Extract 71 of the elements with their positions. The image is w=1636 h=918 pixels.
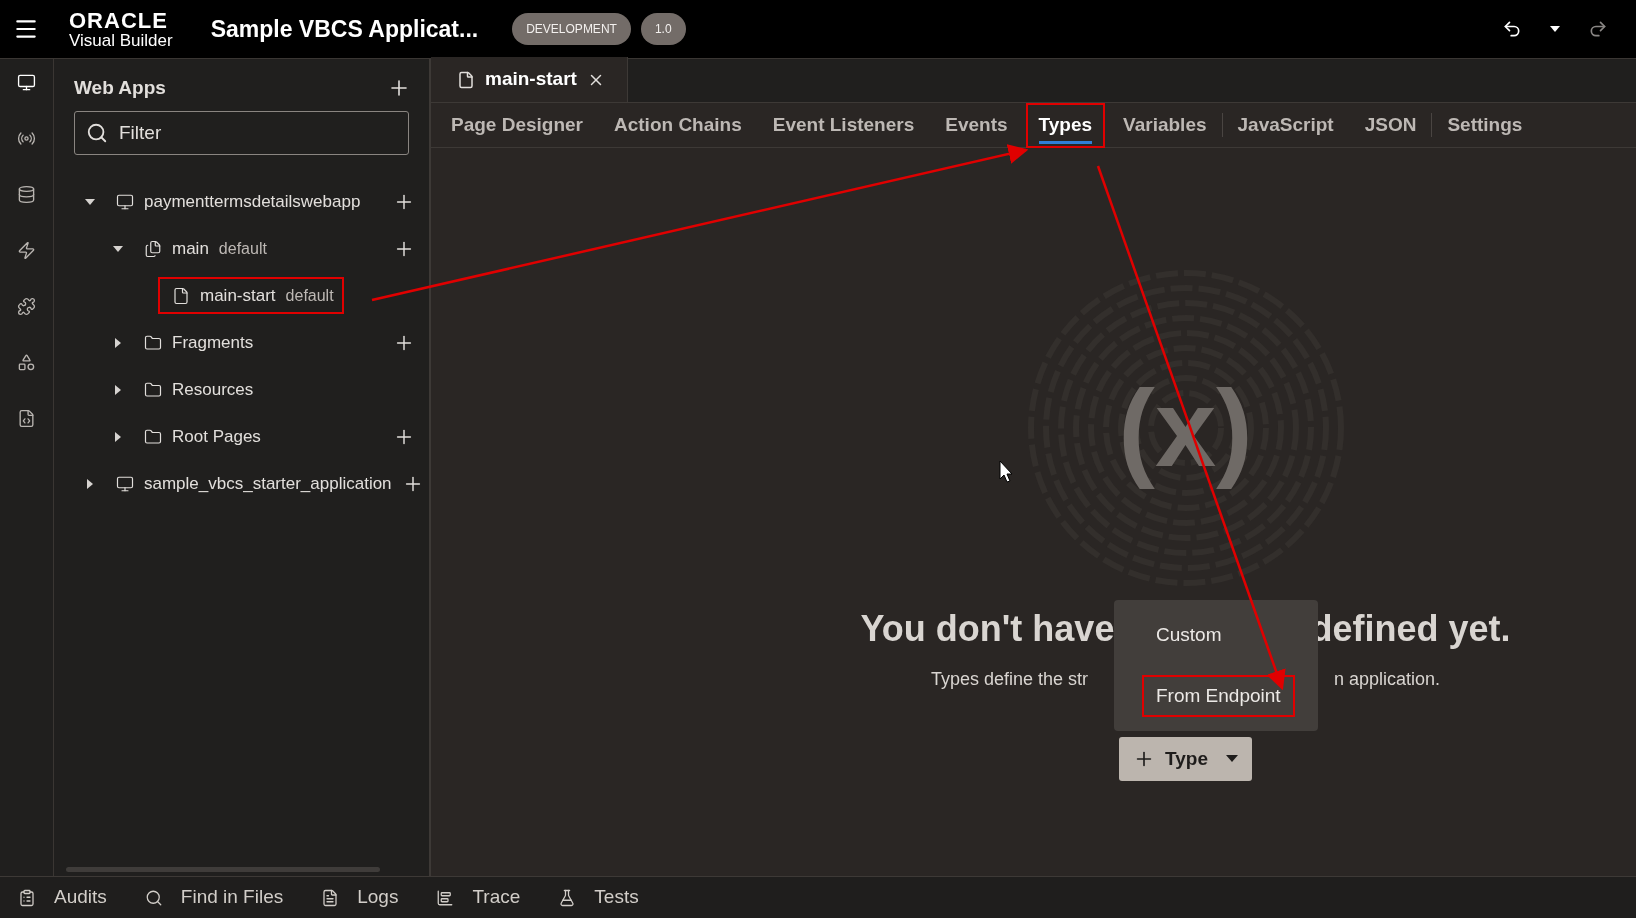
tab[interactable]: Types — [1025, 102, 1106, 148]
bar-chart-icon — [436, 888, 455, 907]
filter-field[interactable]: Filter — [74, 111, 409, 155]
page-icon — [172, 286, 190, 305]
monitor-icon — [116, 192, 134, 211]
tree-item[interactable]: main-start default — [158, 276, 344, 315]
tab[interactable]: Variables — [1110, 102, 1220, 148]
search-icon — [86, 122, 108, 144]
tab[interactable]: Action Chains — [601, 102, 755, 148]
empty-state-text: Types define the str — [930, 668, 1088, 691]
search-icon — [144, 888, 163, 907]
tab[interactable]: JavaScript — [1224, 102, 1347, 148]
caret-icon — [1225, 755, 1238, 763]
tree-item-label: main-start — [200, 284, 276, 307]
folder-icon — [144, 333, 162, 352]
editor-tab-label: main-start — [485, 67, 577, 92]
flask-icon — [558, 888, 577, 907]
bottom-panel-tab[interactable]: Tests — [558, 883, 639, 912]
tab[interactable]: Event Listeners — [759, 102, 928, 148]
tree-item-label: sample_vbcs_starter_application — [144, 472, 392, 495]
code-file-icon — [17, 408, 36, 428]
scrollbar[interactable] — [66, 867, 380, 872]
tree-item-label: Root Pages — [172, 425, 261, 448]
bottom-panel-tab[interactable]: Audits — [18, 883, 107, 912]
status-badge: 1.0 — [640, 13, 686, 45]
bottom-panel-tab[interactable]: Find in Files — [144, 883, 284, 912]
pages-icon — [144, 239, 162, 258]
tab[interactable]: Settings — [1434, 102, 1536, 148]
database-icon — [17, 184, 36, 204]
page-icon — [457, 70, 475, 89]
tree-item-label: paymenttermsdetailswebapp — [144, 190, 361, 213]
logo-wordmark: ORACLE — [69, 9, 169, 32]
shapes-icon — [17, 352, 36, 372]
empty-state-heading: You don't have — [860, 607, 1115, 651]
add-type-button[interactable]: Type — [1119, 737, 1252, 781]
tree-item[interactable]: Fragments — [130, 323, 264, 362]
tree-item-label: Resources — [172, 378, 254, 401]
tree-item-label: main — [172, 237, 209, 260]
panel-title: Web Apps — [74, 75, 166, 100]
checklist-icon — [18, 888, 36, 907]
cursor-icon — [999, 460, 1013, 483]
editor-tab[interactable]: main-start — [431, 57, 628, 102]
lightning-icon — [17, 240, 36, 260]
logo-subtitle: Visual Builder — [69, 31, 173, 49]
active-tab-indicator — [1038, 140, 1093, 144]
tree-item[interactable]: Resources — [130, 370, 264, 409]
tree-item[interactable]: paymenttermsdetailswebapp — [102, 182, 371, 221]
folder-icon — [144, 427, 162, 446]
tree-item-tag: default — [285, 283, 334, 308]
menu-item[interactable]: Custom — [1142, 614, 1236, 657]
tree-item[interactable]: sample_vbcs_starter_application — [102, 464, 402, 503]
monitor-icon — [116, 474, 134, 493]
empty-state-text: n application. — [1334, 668, 1441, 691]
tree-item[interactable]: Root Pages — [130, 417, 271, 456]
bottom-panel-tab[interactable]: Logs — [321, 883, 399, 912]
tree-item[interactable]: main default — [130, 229, 277, 268]
app-title: Sample VBCS Applicat... — [210, 14, 479, 44]
tab[interactable]: Page Designer — [438, 102, 596, 148]
tab[interactable]: Events — [932, 102, 1021, 148]
caret-icon[interactable] — [1550, 26, 1560, 32]
bottom-panel-tab[interactable]: Trace — [436, 883, 521, 912]
folder-icon — [144, 380, 162, 399]
tree-item-label: Fragments — [172, 331, 254, 354]
tree-item-tag: default — [218, 236, 267, 261]
menu-item[interactable]: From Endpoint — [1142, 674, 1295, 717]
puzzle-icon — [17, 296, 36, 316]
monitor-icon — [17, 72, 36, 92]
tab[interactable]: JSON — [1351, 102, 1430, 148]
undo-icon[interactable] — [1502, 19, 1522, 39]
log-icon — [321, 888, 340, 907]
status-badge: DEVELOPMENT — [512, 13, 631, 45]
